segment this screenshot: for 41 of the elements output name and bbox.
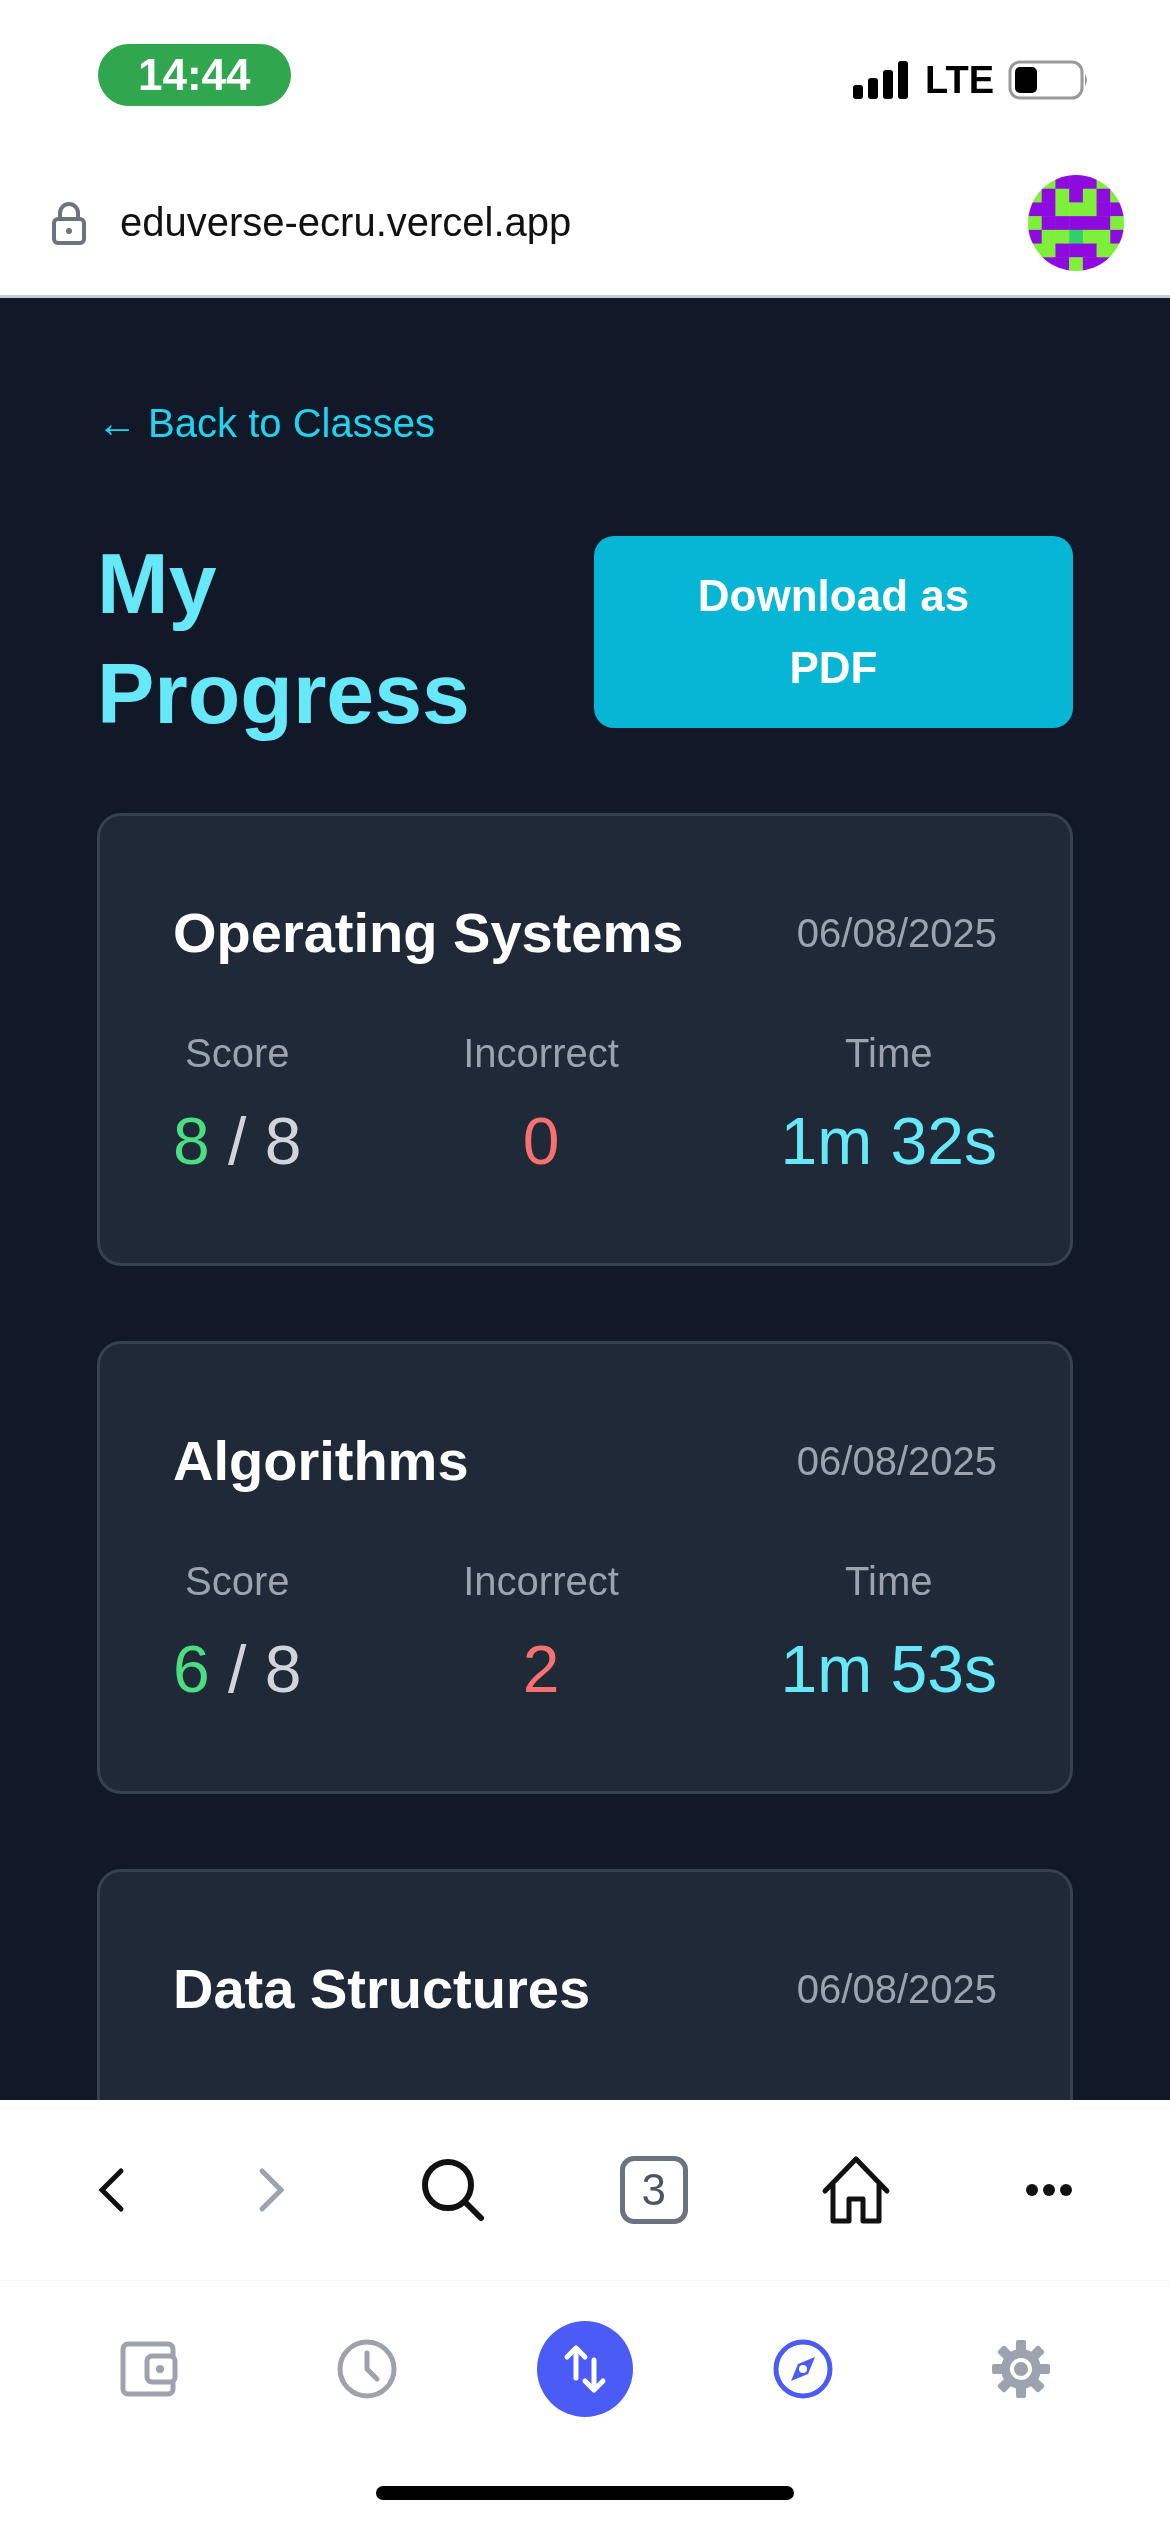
- settings-icon: [990, 2337, 1052, 2400]
- back-link[interactable]: ← Back to Classes: [97, 398, 435, 448]
- search-button[interactable]: [420, 2157, 487, 2223]
- page-title: My Progress: [97, 534, 471, 743]
- swap-arrows-icon: [563, 2343, 607, 2394]
- stat-label: Score: [185, 1558, 290, 1605]
- subject-title: Algorithms: [173, 1428, 469, 1494]
- result-date: 06/08/2025: [796, 1966, 997, 2012]
- stat-label: Incorrect: [463, 1030, 619, 1077]
- stat-label: Score: [185, 1030, 290, 1077]
- wallet-icon: [120, 2340, 178, 2397]
- back-button[interactable]: [96, 2167, 125, 2213]
- stat-label: Time: [845, 1558, 933, 1605]
- home-icon: [821, 2155, 892, 2225]
- stat-label: Incorrect: [463, 1558, 619, 1605]
- result-date: 06/08/2025: [796, 910, 997, 956]
- more-button[interactable]: [1025, 2183, 1074, 2197]
- incorrect-value: 2: [522, 1631, 560, 1708]
- compass-icon: [772, 2337, 834, 2400]
- network-label: LTE: [925, 58, 994, 102]
- url-text[interactable]: eduverse-ecru.vercel.app: [120, 200, 994, 245]
- lock-icon: [52, 200, 86, 245]
- home-button[interactable]: [821, 2155, 892, 2225]
- subject-title: Operating Systems: [173, 900, 684, 966]
- time-value: 1m 53s: [780, 1631, 997, 1708]
- status-time: 14:44: [98, 44, 291, 106]
- result-date: 06/08/2025: [796, 1438, 997, 1484]
- avatar-icon[interactable]: [1028, 174, 1124, 271]
- forward-icon: [258, 2167, 287, 2213]
- incorrect-value: 0: [522, 1103, 560, 1180]
- subject-title: Data Structures: [173, 1956, 591, 2022]
- time-value: 1m 32s: [780, 1103, 997, 1180]
- stat-label: Time: [845, 1030, 933, 1077]
- clock-icon: [336, 2337, 398, 2400]
- score-value: 6 / 8: [173, 1631, 302, 1708]
- battery-icon: [1008, 60, 1090, 100]
- back-icon: [96, 2167, 125, 2213]
- search-icon: [420, 2157, 487, 2223]
- tab-count-button[interactable]: 3: [619, 2156, 688, 2224]
- more-icon: [1025, 2183, 1074, 2197]
- score-value: 8 / 8: [173, 1103, 302, 1180]
